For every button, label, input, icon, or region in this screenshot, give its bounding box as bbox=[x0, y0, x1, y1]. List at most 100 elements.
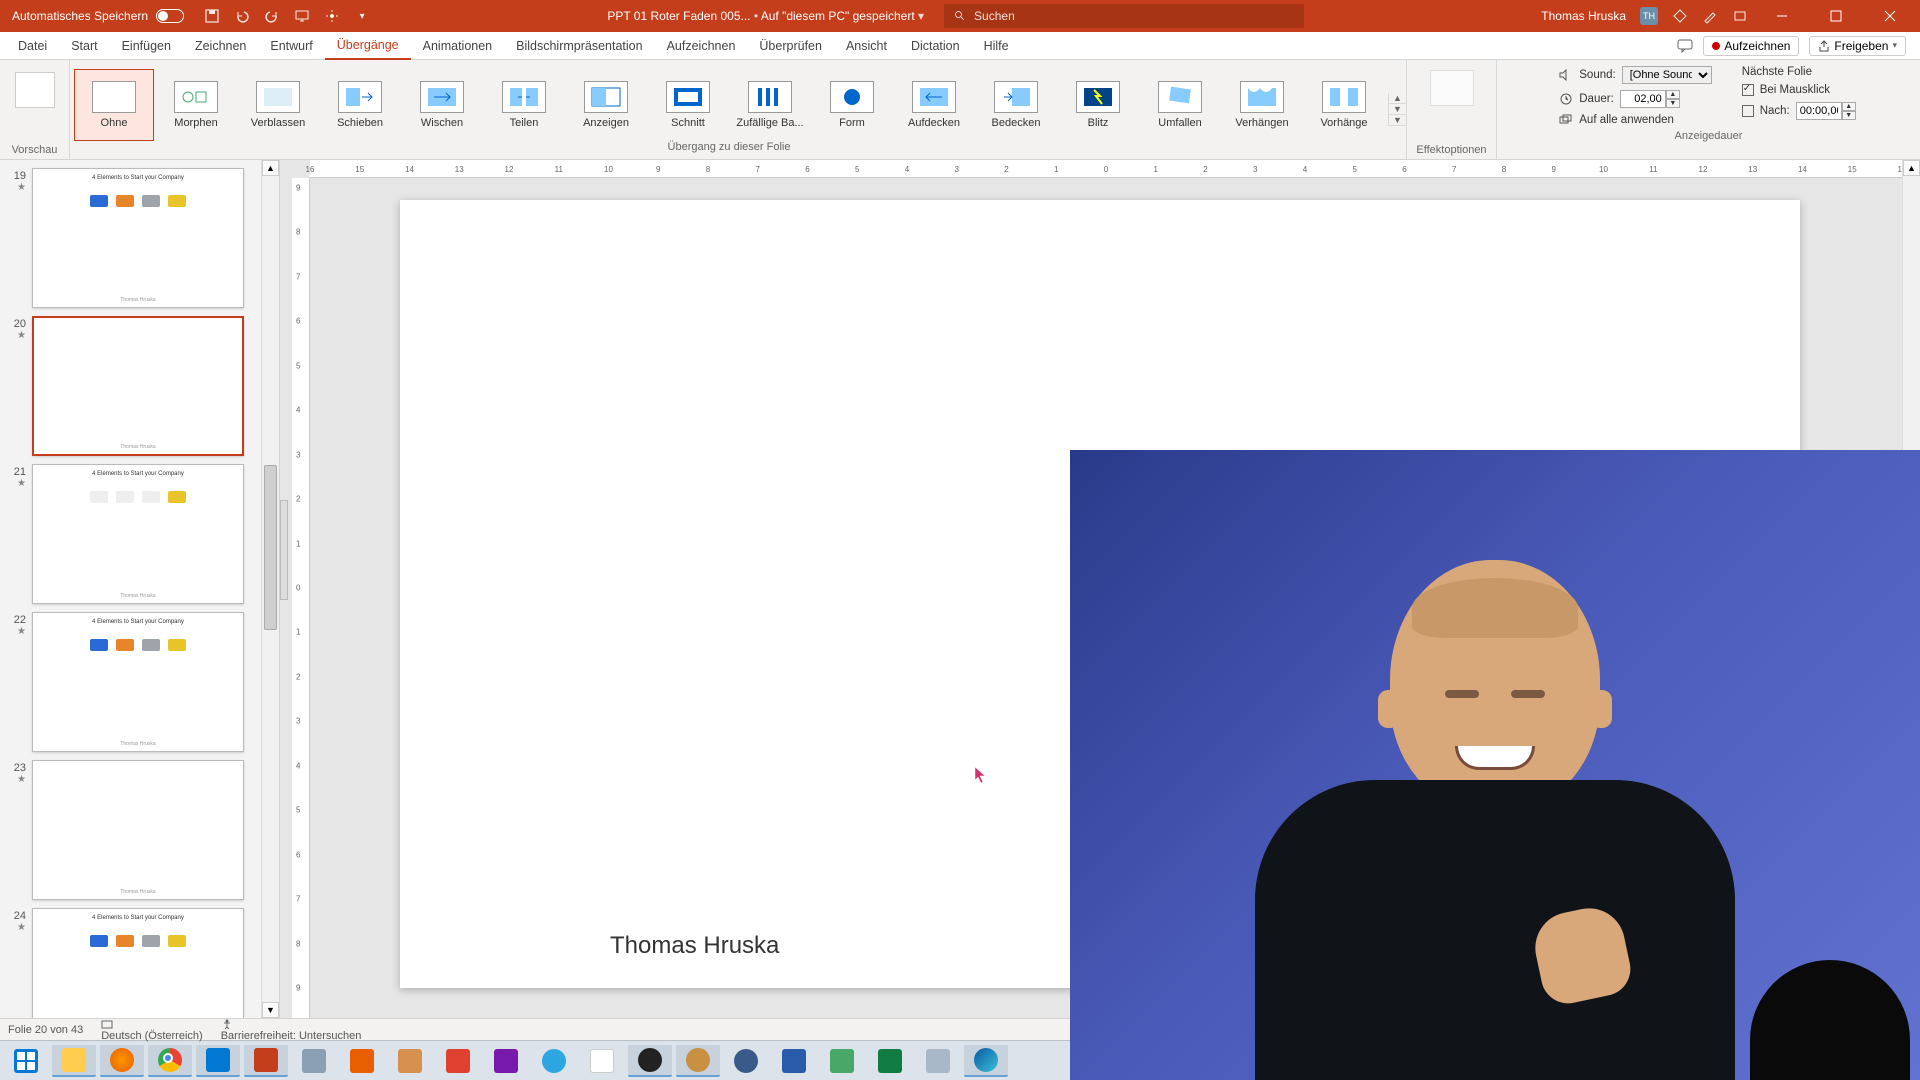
transition-push[interactable]: Schieben bbox=[320, 69, 400, 141]
slide-thumbnail[interactable]: Thomas Hruska bbox=[32, 760, 244, 900]
transition-morph[interactable]: Morphen bbox=[156, 69, 236, 141]
taskbar-telegram[interactable] bbox=[532, 1045, 576, 1077]
slide-thumbnail[interactable]: 4 Elements to Start your CompanyThomas H… bbox=[32, 168, 244, 308]
tab-dictation[interactable]: Dictation bbox=[899, 32, 972, 60]
sound-select[interactable]: [Ohne Sound] bbox=[1622, 66, 1712, 84]
tab-transitions[interactable]: Übergänge bbox=[325, 32, 411, 60]
user-name[interactable]: Thomas Hruska bbox=[1541, 9, 1626, 23]
taskbar-firefox[interactable] bbox=[100, 1045, 144, 1077]
gallery-down-button[interactable]: ▼ bbox=[1389, 104, 1406, 115]
present-from-start-icon[interactable] bbox=[294, 8, 310, 24]
transition-cover[interactable]: Bedecken bbox=[976, 69, 1056, 141]
vertical-ruler[interactable]: 9876543210123456789 bbox=[292, 178, 310, 1018]
thumb-row[interactable]: 21★4 Elements to Start your CompanyThoma… bbox=[0, 460, 261, 608]
taskbar-chrome[interactable] bbox=[148, 1045, 192, 1077]
start-button[interactable] bbox=[4, 1045, 48, 1077]
minimize-button[interactable] bbox=[1762, 0, 1802, 32]
taskbar-app[interactable] bbox=[436, 1045, 480, 1077]
tab-design[interactable]: Entwurf bbox=[258, 32, 324, 60]
transition-reveal[interactable]: Anzeigen bbox=[566, 69, 646, 141]
panel-scrollbar[interactable]: ▲ ▼ bbox=[261, 160, 279, 1018]
qat-more-icon[interactable]: ▾ bbox=[354, 8, 370, 24]
transition-shape[interactable]: Form bbox=[812, 69, 892, 141]
thumb-row[interactable]: 23★Thomas Hruska bbox=[0, 756, 261, 904]
taskbar-app[interactable] bbox=[916, 1045, 960, 1077]
transition-split[interactable]: Teilen bbox=[484, 69, 564, 141]
spin-up[interactable]: ▲ bbox=[1842, 102, 1856, 111]
transition-curtains[interactable]: Vorhänge bbox=[1304, 69, 1384, 141]
thumb-row[interactable]: 19★4 Elements to Start your CompanyThoma… bbox=[0, 164, 261, 312]
scroll-down-button[interactable]: ▼ bbox=[262, 1002, 279, 1018]
taskbar-obs[interactable] bbox=[628, 1045, 672, 1077]
maximize-button[interactable] bbox=[1816, 0, 1856, 32]
slide-thumbnail[interactable]: 4 Elements to Start your CompanyThomas H… bbox=[32, 464, 244, 604]
redo-icon[interactable] bbox=[264, 8, 280, 24]
tab-help[interactable]: Hilfe bbox=[972, 32, 1021, 60]
save-location[interactable]: Auf "diesem PC" gespeichert bbox=[761, 9, 915, 23]
transition-cut[interactable]: Schnitt bbox=[648, 69, 728, 141]
apply-all-button[interactable]: Auf alle anwenden bbox=[1559, 114, 1711, 126]
scroll-thumb[interactable] bbox=[264, 465, 277, 630]
transition-fall[interactable]: Umfallen bbox=[1140, 69, 1220, 141]
user-avatar[interactable]: TH bbox=[1640, 7, 1658, 25]
window-icon[interactable] bbox=[1732, 8, 1748, 24]
taskbar-app[interactable] bbox=[820, 1045, 864, 1077]
tab-file[interactable]: Datei bbox=[6, 32, 59, 60]
tab-review[interactable]: Überprüfen bbox=[747, 32, 834, 60]
transition-uncover[interactable]: Aufdecken bbox=[894, 69, 974, 141]
search-box[interactable]: Suchen bbox=[944, 4, 1304, 28]
transition-random[interactable]: Zufällige Ba... bbox=[730, 69, 810, 141]
record-button[interactable]: Aufzeichnen bbox=[1703, 36, 1799, 56]
accessibility-indicator[interactable]: Barrierefreiheit: Untersuchen bbox=[221, 1018, 362, 1042]
save-icon[interactable] bbox=[204, 8, 220, 24]
tab-view[interactable]: Ansicht bbox=[834, 32, 899, 60]
autosave-toggle[interactable]: Automatisches Speichern bbox=[12, 9, 184, 23]
tab-start[interactable]: Start bbox=[59, 32, 109, 60]
comments-icon[interactable] bbox=[1677, 39, 1693, 53]
tab-record[interactable]: Aufzeichnen bbox=[655, 32, 748, 60]
tab-insert[interactable]: Einfügen bbox=[110, 32, 183, 60]
horizontal-ruler[interactable]: 1615141312111098765432101234567891011121… bbox=[310, 160, 1902, 178]
transition-none[interactable]: Ohne bbox=[74, 69, 154, 141]
scroll-up-button[interactable]: ▲ bbox=[262, 160, 279, 176]
tab-animations[interactable]: Animationen bbox=[411, 32, 505, 60]
preview-button[interactable] bbox=[15, 72, 55, 108]
thumb-row[interactable]: 22★4 Elements to Start your CompanyThoma… bbox=[0, 608, 261, 756]
thumb-row[interactable]: 20★Thomas Hruska bbox=[0, 312, 261, 460]
spin-down[interactable]: ▼ bbox=[1666, 99, 1680, 108]
touch-mode-icon[interactable] bbox=[324, 8, 340, 24]
slide-thumbnail[interactable]: 4 Elements to Start your CompanyThomas H… bbox=[32, 612, 244, 752]
after-input[interactable]: ▲▼ bbox=[1796, 102, 1858, 120]
taskbar-edge[interactable] bbox=[964, 1045, 1008, 1077]
thumbnails[interactable]: 19★4 Elements to Start your CompanyThoma… bbox=[0, 160, 261, 1018]
panel-collapse-handle[interactable] bbox=[280, 500, 288, 600]
gallery-more-button[interactable]: ▼ bbox=[1389, 115, 1406, 126]
language-indicator[interactable]: Deutsch (Österreich) bbox=[101, 1018, 202, 1042]
taskbar-app[interactable] bbox=[676, 1045, 720, 1077]
taskbar-app[interactable] bbox=[580, 1045, 624, 1077]
taskbar-powerpoint[interactable] bbox=[244, 1045, 288, 1077]
taskbar-app[interactable] bbox=[772, 1045, 816, 1077]
taskbar-app[interactable] bbox=[388, 1045, 432, 1077]
spin-down[interactable]: ▼ bbox=[1842, 111, 1856, 120]
taskbar-vlc[interactable] bbox=[340, 1045, 384, 1077]
transition-fade[interactable]: Verblassen bbox=[238, 69, 318, 141]
transition-drape[interactable]: Verhängen bbox=[1222, 69, 1302, 141]
transition-flash[interactable]: Blitz bbox=[1058, 69, 1138, 141]
taskbar-outlook[interactable] bbox=[196, 1045, 240, 1077]
slide-thumbnail[interactable]: Thomas Hruska bbox=[32, 316, 244, 456]
undo-icon[interactable] bbox=[234, 8, 250, 24]
taskbar-explorer[interactable] bbox=[52, 1045, 96, 1077]
spin-up[interactable]: ▲ bbox=[1666, 90, 1680, 99]
transition-wipe[interactable]: Wischen bbox=[402, 69, 482, 141]
close-button[interactable] bbox=[1870, 0, 1910, 32]
thumb-row[interactable]: 24★4 Elements to Start your CompanyThoma… bbox=[0, 904, 261, 1018]
taskbar-excel[interactable] bbox=[868, 1045, 912, 1077]
after-checkbox[interactable] bbox=[1742, 105, 1754, 117]
slide-counter[interactable]: Folie 20 von 43 bbox=[8, 1024, 83, 1036]
taskbar-app[interactable] bbox=[292, 1045, 336, 1077]
toggle-switch[interactable] bbox=[156, 9, 184, 23]
taskbar-onenote[interactable] bbox=[484, 1045, 528, 1077]
onclick-checkbox[interactable] bbox=[1742, 84, 1754, 96]
editor-scroll-up[interactable]: ▲ bbox=[1903, 160, 1920, 176]
